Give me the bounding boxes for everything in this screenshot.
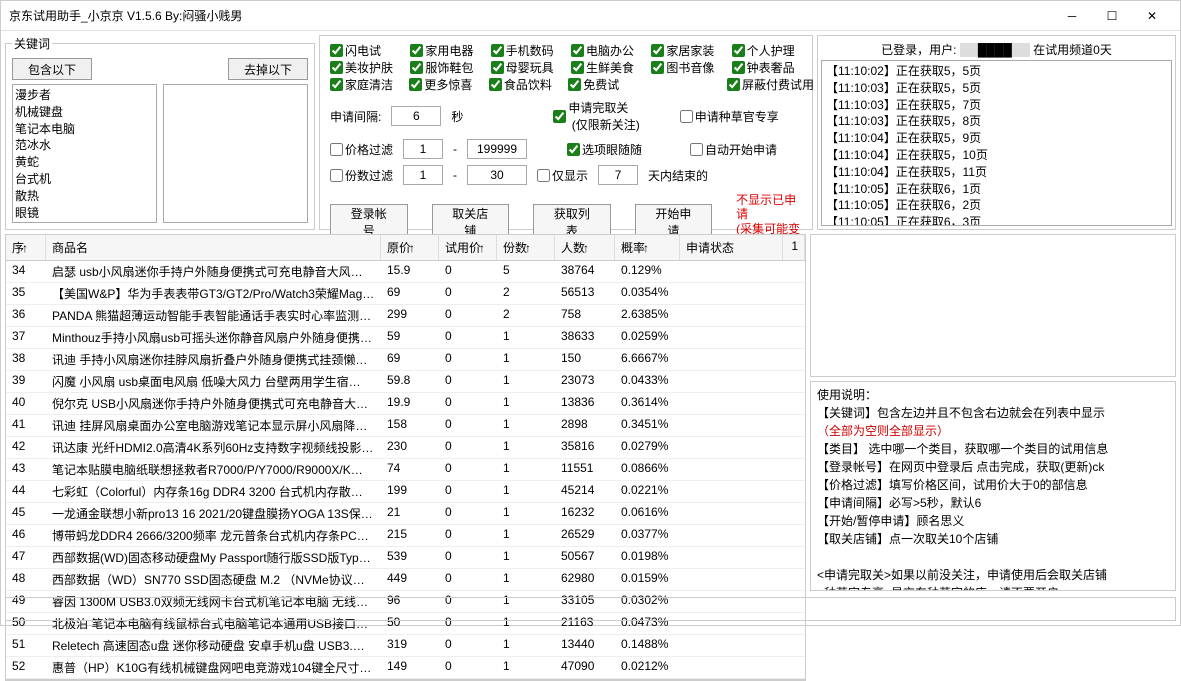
- category-chk[interactable]: 家庭清洁: [330, 76, 399, 93]
- titlebar: 京东试用助手_小京京 V1.5.6 By:闷骚小贱男 ─ ☐ ✕: [1, 1, 1180, 31]
- window-title: 京东试用助手_小京京 V1.5.6 By:闷骚小贱男: [9, 7, 1052, 24]
- table-row[interactable]: 42讯达康 光纤HDMI2.0高清4K系列60Hz支持数字视频线投影…23001…: [6, 437, 805, 459]
- log-box[interactable]: 【11:10:02】正在获取5，5页【11:10:03】正在获取5，5页【11:…: [821, 60, 1172, 226]
- login-status: 已登录，用户: ████ 在试用频道0天: [821, 39, 1172, 60]
- onlyshow-chk[interactable]: 仅显示: [537, 167, 588, 184]
- category-chk[interactable]: 更多惊喜: [409, 76, 478, 93]
- auto-chk[interactable]: 自动开始申请: [690, 141, 777, 158]
- table-row[interactable]: 39闪魔 小风扇 usb桌面电风扇 低噪大风力 台壁两用学生宿…59.80123…: [6, 371, 805, 393]
- table-header[interactable]: 序↑ 商品名 原价↑ 试用价↑ 份数↑ 人数↑ 概率↑ 申请状态 1: [6, 235, 805, 261]
- table-row[interactable]: 41讯迪 挂屏风扇桌面办公室电脑游戏笔记本显示屏小风扇降…1580128980.…: [6, 415, 805, 437]
- follow-chk[interactable]: 选项眼随随: [567, 141, 642, 158]
- exclude-button[interactable]: 去掉以下: [228, 58, 308, 80]
- copy-filter-chk[interactable]: 份数过滤: [330, 167, 393, 184]
- table-row[interactable]: 34启瑟 usb小风扇迷你手持户外随身便携式可充电静音大风…15.9053876…: [6, 261, 805, 283]
- table-row[interactable]: 51Reletech 高速固态u盘 迷你移动硬盘 安卓手机u盘 USB3.…31…: [6, 635, 805, 657]
- apply-close-chk[interactable]: 申请完取关 (仅限新关注): [553, 99, 639, 133]
- category-chk[interactable]: 食品饮料: [489, 76, 558, 93]
- category-chk[interactable]: 电脑办公: [571, 42, 641, 59]
- exclude-textarea[interactable]: [163, 84, 308, 223]
- interval-input[interactable]: [391, 106, 441, 126]
- keyword-group: 关键词 包含以下 去掉以下 漫步者 机械键盘 笔记本电脑 范冰水 黄蛇 台式机 …: [5, 35, 315, 230]
- table-row[interactable]: 40倪尔克 USB小风扇迷你手持户外随身便携式可充电静音大…19.9011383…: [6, 393, 805, 415]
- table-row[interactable]: 52惠普（HP）K10G有线机械键盘网吧电竞游戏104键全尺寸背…1490147…: [6, 657, 805, 679]
- category-chk[interactable]: 免费试: [568, 76, 637, 93]
- keyword-legend: 关键词: [12, 35, 52, 52]
- category-chk[interactable]: 屏蔽付费试用: [727, 76, 802, 93]
- table-row[interactable]: 36PANDA 熊猫超薄运动智能手表智能通话手表实时心率监测…299027582…: [6, 305, 805, 327]
- category-chk[interactable]: 家用电器: [410, 42, 480, 59]
- table-row[interactable]: 35【美国W&P】华为手表表带GT3/GT2/Pro/Watch3荣耀Magic…: [6, 283, 805, 305]
- category-chk[interactable]: 服饰鞋包: [410, 59, 480, 76]
- category-chk[interactable]: 生鲜美食: [571, 59, 641, 76]
- category-chk[interactable]: 钟表奢品: [732, 59, 802, 76]
- help-panel: 使用说明：【关键词】包含左边并且不包含右边就会在列表中显示 （全部为空则全部显示…: [810, 381, 1176, 591]
- category-chk[interactable]: 美妆护肤: [330, 59, 400, 76]
- copy-hi[interactable]: [467, 165, 527, 185]
- category-chk[interactable]: 个人护理: [732, 42, 802, 59]
- table-row[interactable]: 48西部数据（WD）SN770 SSD固态硬盘 M.2 （NVMe协议）…449…: [6, 569, 805, 591]
- table-row[interactable]: 47西部数据(WD)固态移动硬盘My Passport随行版SSD版Type-……: [6, 547, 805, 569]
- category-chk[interactable]: 图书音像: [651, 59, 721, 76]
- close-button[interactable]: ✕: [1132, 2, 1172, 30]
- right-panel: 已登录，用户: ████ 在试用频道0天 【11:10:02】正在获取5，5页【…: [817, 35, 1176, 230]
- price-lo[interactable]: [403, 139, 443, 159]
- seed-chk[interactable]: 申请种草官专享: [680, 108, 779, 125]
- price-filter-chk[interactable]: 价格过滤: [330, 141, 393, 158]
- table-row[interactable]: 43笔记本贴膜电脑纸联想拯救者R7000/P/Y7000/R9000X/K…74…: [6, 459, 805, 481]
- minimize-button[interactable]: ─: [1052, 2, 1092, 30]
- status-bar: [5, 597, 1176, 621]
- config-panel: 闪电试家用电器手机数码电脑办公家居家装个人护理美妆护肤服饰鞋包母婴玩具生鲜美食图…: [319, 35, 813, 230]
- onlyshow-days[interactable]: [598, 165, 638, 185]
- category-chk[interactable]: 母婴玩具: [491, 59, 561, 76]
- preview-panel: [810, 234, 1176, 377]
- table-row[interactable]: 45一龙通金联想小新pro13 16 2021/20键盘膜扬YOGA 13S保……: [6, 503, 805, 525]
- sort-arrow-icon: ↑: [22, 241, 28, 255]
- category-chk[interactable]: 手机数码: [491, 42, 561, 59]
- interval-label: 申请间隔:: [330, 108, 381, 125]
- price-hi[interactable]: [467, 139, 527, 159]
- include-textarea[interactable]: 漫步者 机械键盘 笔记本电脑 范冰水 黄蛇 台式机 散热 眼镜 豆浆机 空气炸锅…: [12, 84, 157, 223]
- include-button[interactable]: 包含以下: [12, 58, 92, 80]
- table-row[interactable]: 44七彩虹（Colorful）内存条16g DDR4 3200 台式机内存散…1…: [6, 481, 805, 503]
- maximize-button[interactable]: ☐: [1092, 2, 1132, 30]
- copy-lo[interactable]: [403, 165, 443, 185]
- table-row[interactable]: 38讯迪 手持小风扇迷你挂脖风扇折叠户外随身便携式挂颈懒…69011506.66…: [6, 349, 805, 371]
- category-chk[interactable]: 闪电试: [330, 42, 400, 59]
- category-chk[interactable]: 家居家装: [651, 42, 721, 59]
- table-row[interactable]: 46博带蚂龙DDR4 2666/3200频率 龙元普条台式机内存条PC游…215…: [6, 525, 805, 547]
- table-row[interactable]: 37Minthouz手持小风扇usb可摇头迷你静音风扇户外随身便携…590138…: [6, 327, 805, 349]
